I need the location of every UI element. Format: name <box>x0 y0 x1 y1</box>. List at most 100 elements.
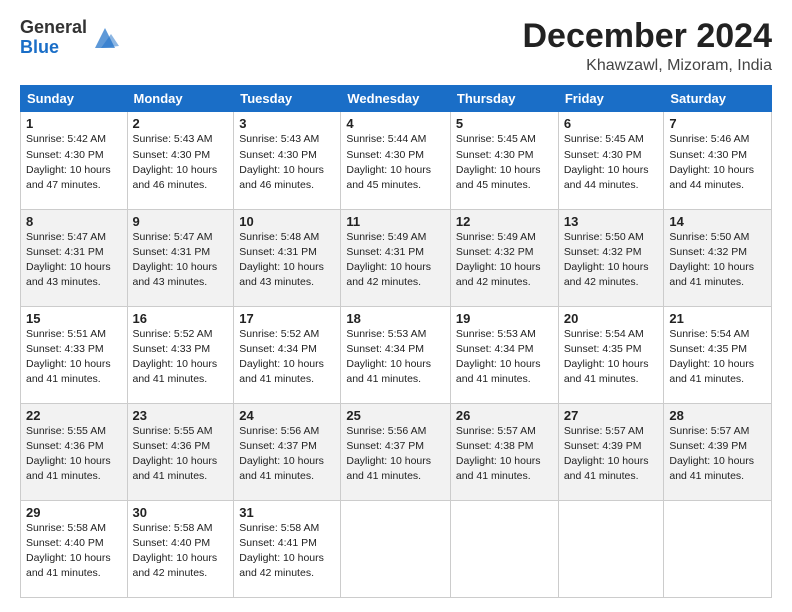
calendar-table: SundayMondayTuesdayWednesdayThursdayFrid… <box>20 85 772 598</box>
calendar-cell: 2Sunrise: 5:43 AM Sunset: 4:30 PM Daylig… <box>127 112 234 209</box>
day-number: 10 <box>239 214 335 229</box>
day-number: 18 <box>346 311 445 326</box>
day-info: Sunrise: 5:46 AM Sunset: 4:30 PM Dayligh… <box>669 132 766 193</box>
day-info: Sunrise: 5:55 AM Sunset: 4:36 PM Dayligh… <box>26 424 122 485</box>
weekday-header-row: SundayMondayTuesdayWednesdayThursdayFrid… <box>21 86 772 112</box>
day-number: 26 <box>456 408 553 423</box>
calendar-cell: 14Sunrise: 5:50 AM Sunset: 4:32 PM Dayli… <box>664 209 772 306</box>
calendar-cell: 23Sunrise: 5:55 AM Sunset: 4:36 PM Dayli… <box>127 403 234 500</box>
day-number: 21 <box>669 311 766 326</box>
day-number: 16 <box>133 311 229 326</box>
day-number: 3 <box>239 116 335 131</box>
page: General Blue December 2024 Khawzawl, Miz… <box>0 0 792 612</box>
calendar-cell: 31Sunrise: 5:58 AM Sunset: 4:41 PM Dayli… <box>234 500 341 597</box>
day-info: Sunrise: 5:50 AM Sunset: 4:32 PM Dayligh… <box>669 230 766 291</box>
weekday-header-sunday: Sunday <box>21 86 128 112</box>
day-number: 25 <box>346 408 445 423</box>
day-info: Sunrise: 5:43 AM Sunset: 4:30 PM Dayligh… <box>133 132 229 193</box>
calendar-cell: 19Sunrise: 5:53 AM Sunset: 4:34 PM Dayli… <box>450 306 558 403</box>
logo-general: General <box>20 18 87 38</box>
day-info: Sunrise: 5:50 AM Sunset: 4:32 PM Dayligh… <box>564 230 659 291</box>
weekday-header-monday: Monday <box>127 86 234 112</box>
day-number: 9 <box>133 214 229 229</box>
calendar-cell: 20Sunrise: 5:54 AM Sunset: 4:35 PM Dayli… <box>558 306 664 403</box>
calendar-cell: 16Sunrise: 5:52 AM Sunset: 4:33 PM Dayli… <box>127 306 234 403</box>
logo-icon <box>91 24 119 52</box>
day-number: 17 <box>239 311 335 326</box>
calendar-cell <box>664 500 772 597</box>
calendar-cell: 30Sunrise: 5:58 AM Sunset: 4:40 PM Dayli… <box>127 500 234 597</box>
header: General Blue December 2024 Khawzawl, Miz… <box>20 18 772 75</box>
calendar-cell: 27Sunrise: 5:57 AM Sunset: 4:39 PM Dayli… <box>558 403 664 500</box>
calendar-cell: 29Sunrise: 5:58 AM Sunset: 4:40 PM Dayli… <box>21 500 128 597</box>
day-number: 23 <box>133 408 229 423</box>
calendar-cell: 13Sunrise: 5:50 AM Sunset: 4:32 PM Dayli… <box>558 209 664 306</box>
day-info: Sunrise: 5:47 AM Sunset: 4:31 PM Dayligh… <box>26 230 122 291</box>
day-number: 15 <box>26 311 122 326</box>
weekday-header-thursday: Thursday <box>450 86 558 112</box>
day-number: 13 <box>564 214 659 229</box>
weekday-header-wednesday: Wednesday <box>341 86 451 112</box>
day-info: Sunrise: 5:49 AM Sunset: 4:31 PM Dayligh… <box>346 230 445 291</box>
calendar-body: 1Sunrise: 5:42 AM Sunset: 4:30 PM Daylig… <box>21 112 772 598</box>
calendar-week-2: 8Sunrise: 5:47 AM Sunset: 4:31 PM Daylig… <box>21 209 772 306</box>
calendar-cell: 11Sunrise: 5:49 AM Sunset: 4:31 PM Dayli… <box>341 209 451 306</box>
calendar-week-3: 15Sunrise: 5:51 AM Sunset: 4:33 PM Dayli… <box>21 306 772 403</box>
weekday-header-friday: Friday <box>558 86 664 112</box>
day-info: Sunrise: 5:58 AM Sunset: 4:40 PM Dayligh… <box>133 521 229 582</box>
day-number: 22 <box>26 408 122 423</box>
day-number: 27 <box>564 408 659 423</box>
day-number: 28 <box>669 408 766 423</box>
title-block: December 2024 Khawzawl, Mizoram, India <box>522 18 772 75</box>
calendar-cell: 9Sunrise: 5:47 AM Sunset: 4:31 PM Daylig… <box>127 209 234 306</box>
day-info: Sunrise: 5:54 AM Sunset: 4:35 PM Dayligh… <box>669 327 766 388</box>
calendar-cell: 21Sunrise: 5:54 AM Sunset: 4:35 PM Dayli… <box>664 306 772 403</box>
day-info: Sunrise: 5:54 AM Sunset: 4:35 PM Dayligh… <box>564 327 659 388</box>
calendar-cell: 28Sunrise: 5:57 AM Sunset: 4:39 PM Dayli… <box>664 403 772 500</box>
day-number: 19 <box>456 311 553 326</box>
day-number: 31 <box>239 505 335 520</box>
day-number: 1 <box>26 116 122 131</box>
logo-blue: Blue <box>20 38 87 58</box>
day-info: Sunrise: 5:56 AM Sunset: 4:37 PM Dayligh… <box>346 424 445 485</box>
calendar-cell: 1Sunrise: 5:42 AM Sunset: 4:30 PM Daylig… <box>21 112 128 209</box>
day-info: Sunrise: 5:57 AM Sunset: 4:38 PM Dayligh… <box>456 424 553 485</box>
calendar-cell: 22Sunrise: 5:55 AM Sunset: 4:36 PM Dayli… <box>21 403 128 500</box>
calendar-week-1: 1Sunrise: 5:42 AM Sunset: 4:30 PM Daylig… <box>21 112 772 209</box>
day-info: Sunrise: 5:56 AM Sunset: 4:37 PM Dayligh… <box>239 424 335 485</box>
day-info: Sunrise: 5:47 AM Sunset: 4:31 PM Dayligh… <box>133 230 229 291</box>
location-title: Khawzawl, Mizoram, India <box>522 57 772 75</box>
day-number: 24 <box>239 408 335 423</box>
day-number: 20 <box>564 311 659 326</box>
calendar-cell: 3Sunrise: 5:43 AM Sunset: 4:30 PM Daylig… <box>234 112 341 209</box>
day-info: Sunrise: 5:45 AM Sunset: 4:30 PM Dayligh… <box>564 132 659 193</box>
day-number: 4 <box>346 116 445 131</box>
logo: General Blue <box>20 18 119 58</box>
month-title: December 2024 <box>522 18 772 55</box>
day-number: 30 <box>133 505 229 520</box>
calendar-cell: 17Sunrise: 5:52 AM Sunset: 4:34 PM Dayli… <box>234 306 341 403</box>
day-number: 12 <box>456 214 553 229</box>
calendar-cell <box>450 500 558 597</box>
calendar-cell: 18Sunrise: 5:53 AM Sunset: 4:34 PM Dayli… <box>341 306 451 403</box>
calendar-cell: 12Sunrise: 5:49 AM Sunset: 4:32 PM Dayli… <box>450 209 558 306</box>
day-info: Sunrise: 5:49 AM Sunset: 4:32 PM Dayligh… <box>456 230 553 291</box>
day-info: Sunrise: 5:53 AM Sunset: 4:34 PM Dayligh… <box>346 327 445 388</box>
calendar-week-4: 22Sunrise: 5:55 AM Sunset: 4:36 PM Dayli… <box>21 403 772 500</box>
day-info: Sunrise: 5:58 AM Sunset: 4:41 PM Dayligh… <box>239 521 335 582</box>
day-number: 6 <box>564 116 659 131</box>
calendar-cell: 4Sunrise: 5:44 AM Sunset: 4:30 PM Daylig… <box>341 112 451 209</box>
day-number: 5 <box>456 116 553 131</box>
day-info: Sunrise: 5:42 AM Sunset: 4:30 PM Dayligh… <box>26 132 122 193</box>
day-info: Sunrise: 5:51 AM Sunset: 4:33 PM Dayligh… <box>26 327 122 388</box>
calendar-cell: 24Sunrise: 5:56 AM Sunset: 4:37 PM Dayli… <box>234 403 341 500</box>
day-number: 14 <box>669 214 766 229</box>
calendar-cell <box>341 500 451 597</box>
day-info: Sunrise: 5:44 AM Sunset: 4:30 PM Dayligh… <box>346 132 445 193</box>
weekday-header-saturday: Saturday <box>664 86 772 112</box>
calendar-cell: 6Sunrise: 5:45 AM Sunset: 4:30 PM Daylig… <box>558 112 664 209</box>
calendar-cell <box>558 500 664 597</box>
day-number: 7 <box>669 116 766 131</box>
day-info: Sunrise: 5:45 AM Sunset: 4:30 PM Dayligh… <box>456 132 553 193</box>
calendar-cell: 8Sunrise: 5:47 AM Sunset: 4:31 PM Daylig… <box>21 209 128 306</box>
